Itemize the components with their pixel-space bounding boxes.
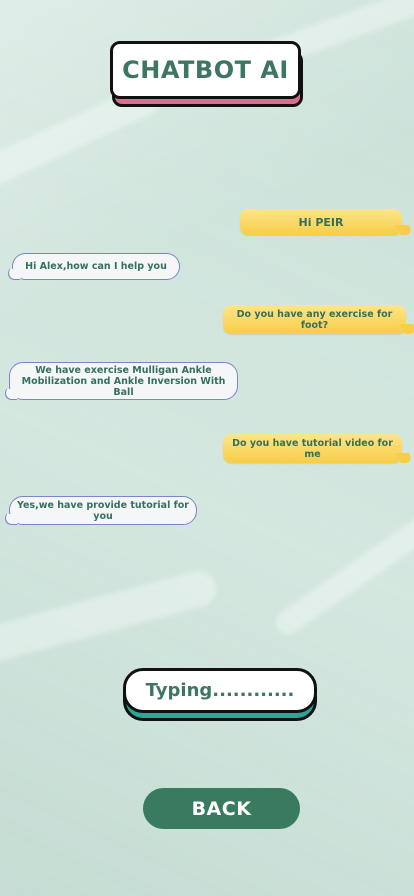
typing-indicator: Typing............ xyxy=(123,668,318,721)
background-texture xyxy=(0,566,221,670)
title-badge: CHATBOT AI xyxy=(110,41,303,107)
user-message: Hi PEIR xyxy=(240,209,402,235)
background-texture xyxy=(271,504,414,640)
bot-message: We have exercise Mulligan Ankle Mobiliza… xyxy=(9,362,238,400)
back-button[interactable]: BACK xyxy=(143,788,300,829)
user-message: Do you have any exercise for foot? xyxy=(223,305,406,334)
page-title: CHATBOT AI xyxy=(110,41,301,99)
user-message: Do you have tutorial video for me xyxy=(223,434,402,463)
bot-message: Yes,we have provide tutorial for you xyxy=(9,496,197,525)
typing-label: Typing............ xyxy=(123,668,317,713)
bot-message: Hi Alex,how can I help you xyxy=(12,253,180,280)
